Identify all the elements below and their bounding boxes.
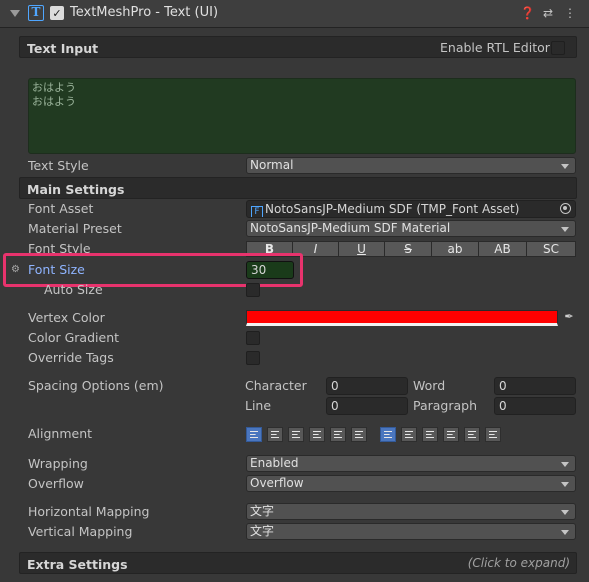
component-enabled-checkbox[interactable]: ✓ xyxy=(50,6,64,20)
material-preset-label: Material Preset xyxy=(28,221,122,236)
paragraph-spacing-input[interactable]: 0 xyxy=(494,397,576,415)
text-style-label: Text Style xyxy=(28,158,89,173)
font-asset-label: Font Asset xyxy=(28,201,94,216)
align-right-button[interactable] xyxy=(288,427,304,442)
text-component-icon: T xyxy=(28,5,44,21)
overflow-value: Overflow xyxy=(250,476,304,490)
chevron-down-icon xyxy=(561,510,569,515)
object-picker-icon[interactable] xyxy=(560,203,571,214)
text-line: おはよう xyxy=(32,95,76,108)
text-style-value: Normal xyxy=(250,158,294,172)
color-gradient-checkbox[interactable] xyxy=(246,331,260,345)
word-spacing-label: Word xyxy=(413,378,446,393)
vertical-mapping-dropdown[interactable]: 文字 xyxy=(246,523,576,540)
horizontal-mapping-value: 文字 xyxy=(250,504,275,518)
auto-size-checkbox[interactable] xyxy=(246,283,260,297)
chevron-down-icon xyxy=(561,530,569,535)
word-spacing-input[interactable]: 0 xyxy=(494,377,576,395)
main-settings-section-label: Main Settings xyxy=(27,182,125,197)
align-left-icon xyxy=(250,431,258,438)
align-bottom-button[interactable] xyxy=(422,427,438,442)
font-asset-icon: F xyxy=(251,206,263,217)
main-settings-section[interactable]: Main Settings xyxy=(19,177,577,199)
paragraph-spacing-label: Paragraph xyxy=(413,398,478,413)
font-asset-field[interactable]: F NotoSansJP-Medium SDF (TMP_Font Asset) xyxy=(246,200,576,218)
chevron-down-icon xyxy=(561,227,569,232)
align-capline-icon xyxy=(489,431,497,438)
font-style-lowercase-button[interactable]: ab xyxy=(431,241,479,257)
wrapping-label: Wrapping xyxy=(28,456,88,471)
align-justified-icon xyxy=(313,431,321,438)
foldout-arrow-icon[interactable] xyxy=(10,10,20,17)
component-title: TextMeshPro - Text (UI) xyxy=(70,5,219,20)
align-flush-icon xyxy=(334,431,342,438)
material-preset-dropdown[interactable]: NotoSansJP-Medium SDF Material xyxy=(246,220,576,237)
align-capline-button[interactable] xyxy=(485,427,501,442)
align-top-icon xyxy=(384,431,392,438)
align-top-button[interactable] xyxy=(380,427,396,442)
font-style-smallcaps-button[interactable]: SC xyxy=(526,241,576,257)
eyedropper-icon[interactable]: ✒ xyxy=(562,310,576,324)
chevron-down-icon xyxy=(561,164,569,169)
enable-rtl-checkbox[interactable] xyxy=(551,41,565,55)
align-baseline-icon xyxy=(447,431,455,438)
align-baseline-button[interactable] xyxy=(443,427,459,442)
text-input-area[interactable]: おはよう おはよう xyxy=(28,78,576,154)
material-preset-value: NotoSansJP-Medium SDF Material xyxy=(250,221,451,235)
extra-settings-hint: (Click to expand) xyxy=(467,556,570,570)
line-spacing-label: Line xyxy=(245,398,272,413)
font-style-uppercase-button[interactable]: AB xyxy=(478,241,527,257)
horizontal-mapping-dropdown[interactable]: 文字 xyxy=(246,503,576,520)
extra-settings-section-label: Extra Settings xyxy=(27,557,128,572)
overflow-dropdown[interactable]: Overflow xyxy=(246,475,576,492)
vertical-mapping-value: 文字 xyxy=(250,524,275,538)
component-header: T ✓ TextMeshPro - Text (UI) ❓ ⇄ ⋮ xyxy=(0,0,589,28)
wrapping-dropdown[interactable]: Enabled xyxy=(246,455,576,472)
align-midline-button[interactable] xyxy=(464,427,480,442)
chevron-down-icon xyxy=(561,482,569,487)
font-style-underline-button[interactable]: U xyxy=(338,241,385,257)
spacing-options-label: Spacing Options (em) xyxy=(28,378,164,393)
font-asset-value: NotoSansJP-Medium SDF (TMP_Font Asset) xyxy=(265,202,520,216)
text-style-dropdown[interactable]: Normal xyxy=(246,157,576,174)
color-gradient-label: Color Gradient xyxy=(28,330,120,345)
preset-icon[interactable]: ⇄ xyxy=(541,6,555,20)
override-tags-label: Override Tags xyxy=(28,350,114,365)
font-style-strikethrough-button[interactable]: S xyxy=(384,241,432,257)
line-spacing-input[interactable]: 0 xyxy=(326,397,408,415)
align-bottom-icon xyxy=(426,431,434,438)
align-middle-icon xyxy=(405,431,413,438)
auto-size-label: Auto Size xyxy=(44,282,103,297)
align-right-icon xyxy=(292,431,300,438)
overflow-label: Overflow xyxy=(28,476,84,491)
help-icon[interactable]: ❓ xyxy=(520,6,535,20)
character-spacing-input[interactable]: 0 xyxy=(326,377,408,395)
align-flush-button[interactable] xyxy=(330,427,346,442)
extra-settings-section[interactable]: Extra Settings (Click to expand) xyxy=(19,552,577,574)
character-spacing-label: Character xyxy=(245,378,307,393)
align-geometry-center-button[interactable] xyxy=(351,427,367,442)
text-input-section[interactable]: Text Input Enable RTL Editor xyxy=(19,36,577,58)
chevron-down-icon xyxy=(561,462,569,467)
align-midline-icon xyxy=(468,431,476,438)
align-justified-button[interactable] xyxy=(309,427,325,442)
align-geometry-center-icon xyxy=(355,431,363,438)
vertical-mapping-label: Vertical Mapping xyxy=(28,524,133,539)
override-tags-checkbox[interactable] xyxy=(246,351,260,365)
wrapping-value: Enabled xyxy=(250,456,299,470)
align-center-button[interactable] xyxy=(267,427,283,442)
text-input-section-label: Text Input xyxy=(27,41,99,56)
vertex-color-swatch[interactable] xyxy=(246,310,558,326)
enable-rtl-label: Enable RTL Editor xyxy=(440,40,550,55)
align-center-icon xyxy=(271,431,279,438)
vertex-color-label: Vertex Color xyxy=(28,310,105,325)
alignment-label: Alignment xyxy=(28,426,93,441)
more-icon[interactable]: ⋮ xyxy=(563,6,577,20)
horizontal-mapping-label: Horizontal Mapping xyxy=(28,504,150,519)
text-line: おはよう xyxy=(32,81,76,94)
align-left-button[interactable] xyxy=(246,427,262,442)
align-middle-button[interactable] xyxy=(401,427,417,442)
